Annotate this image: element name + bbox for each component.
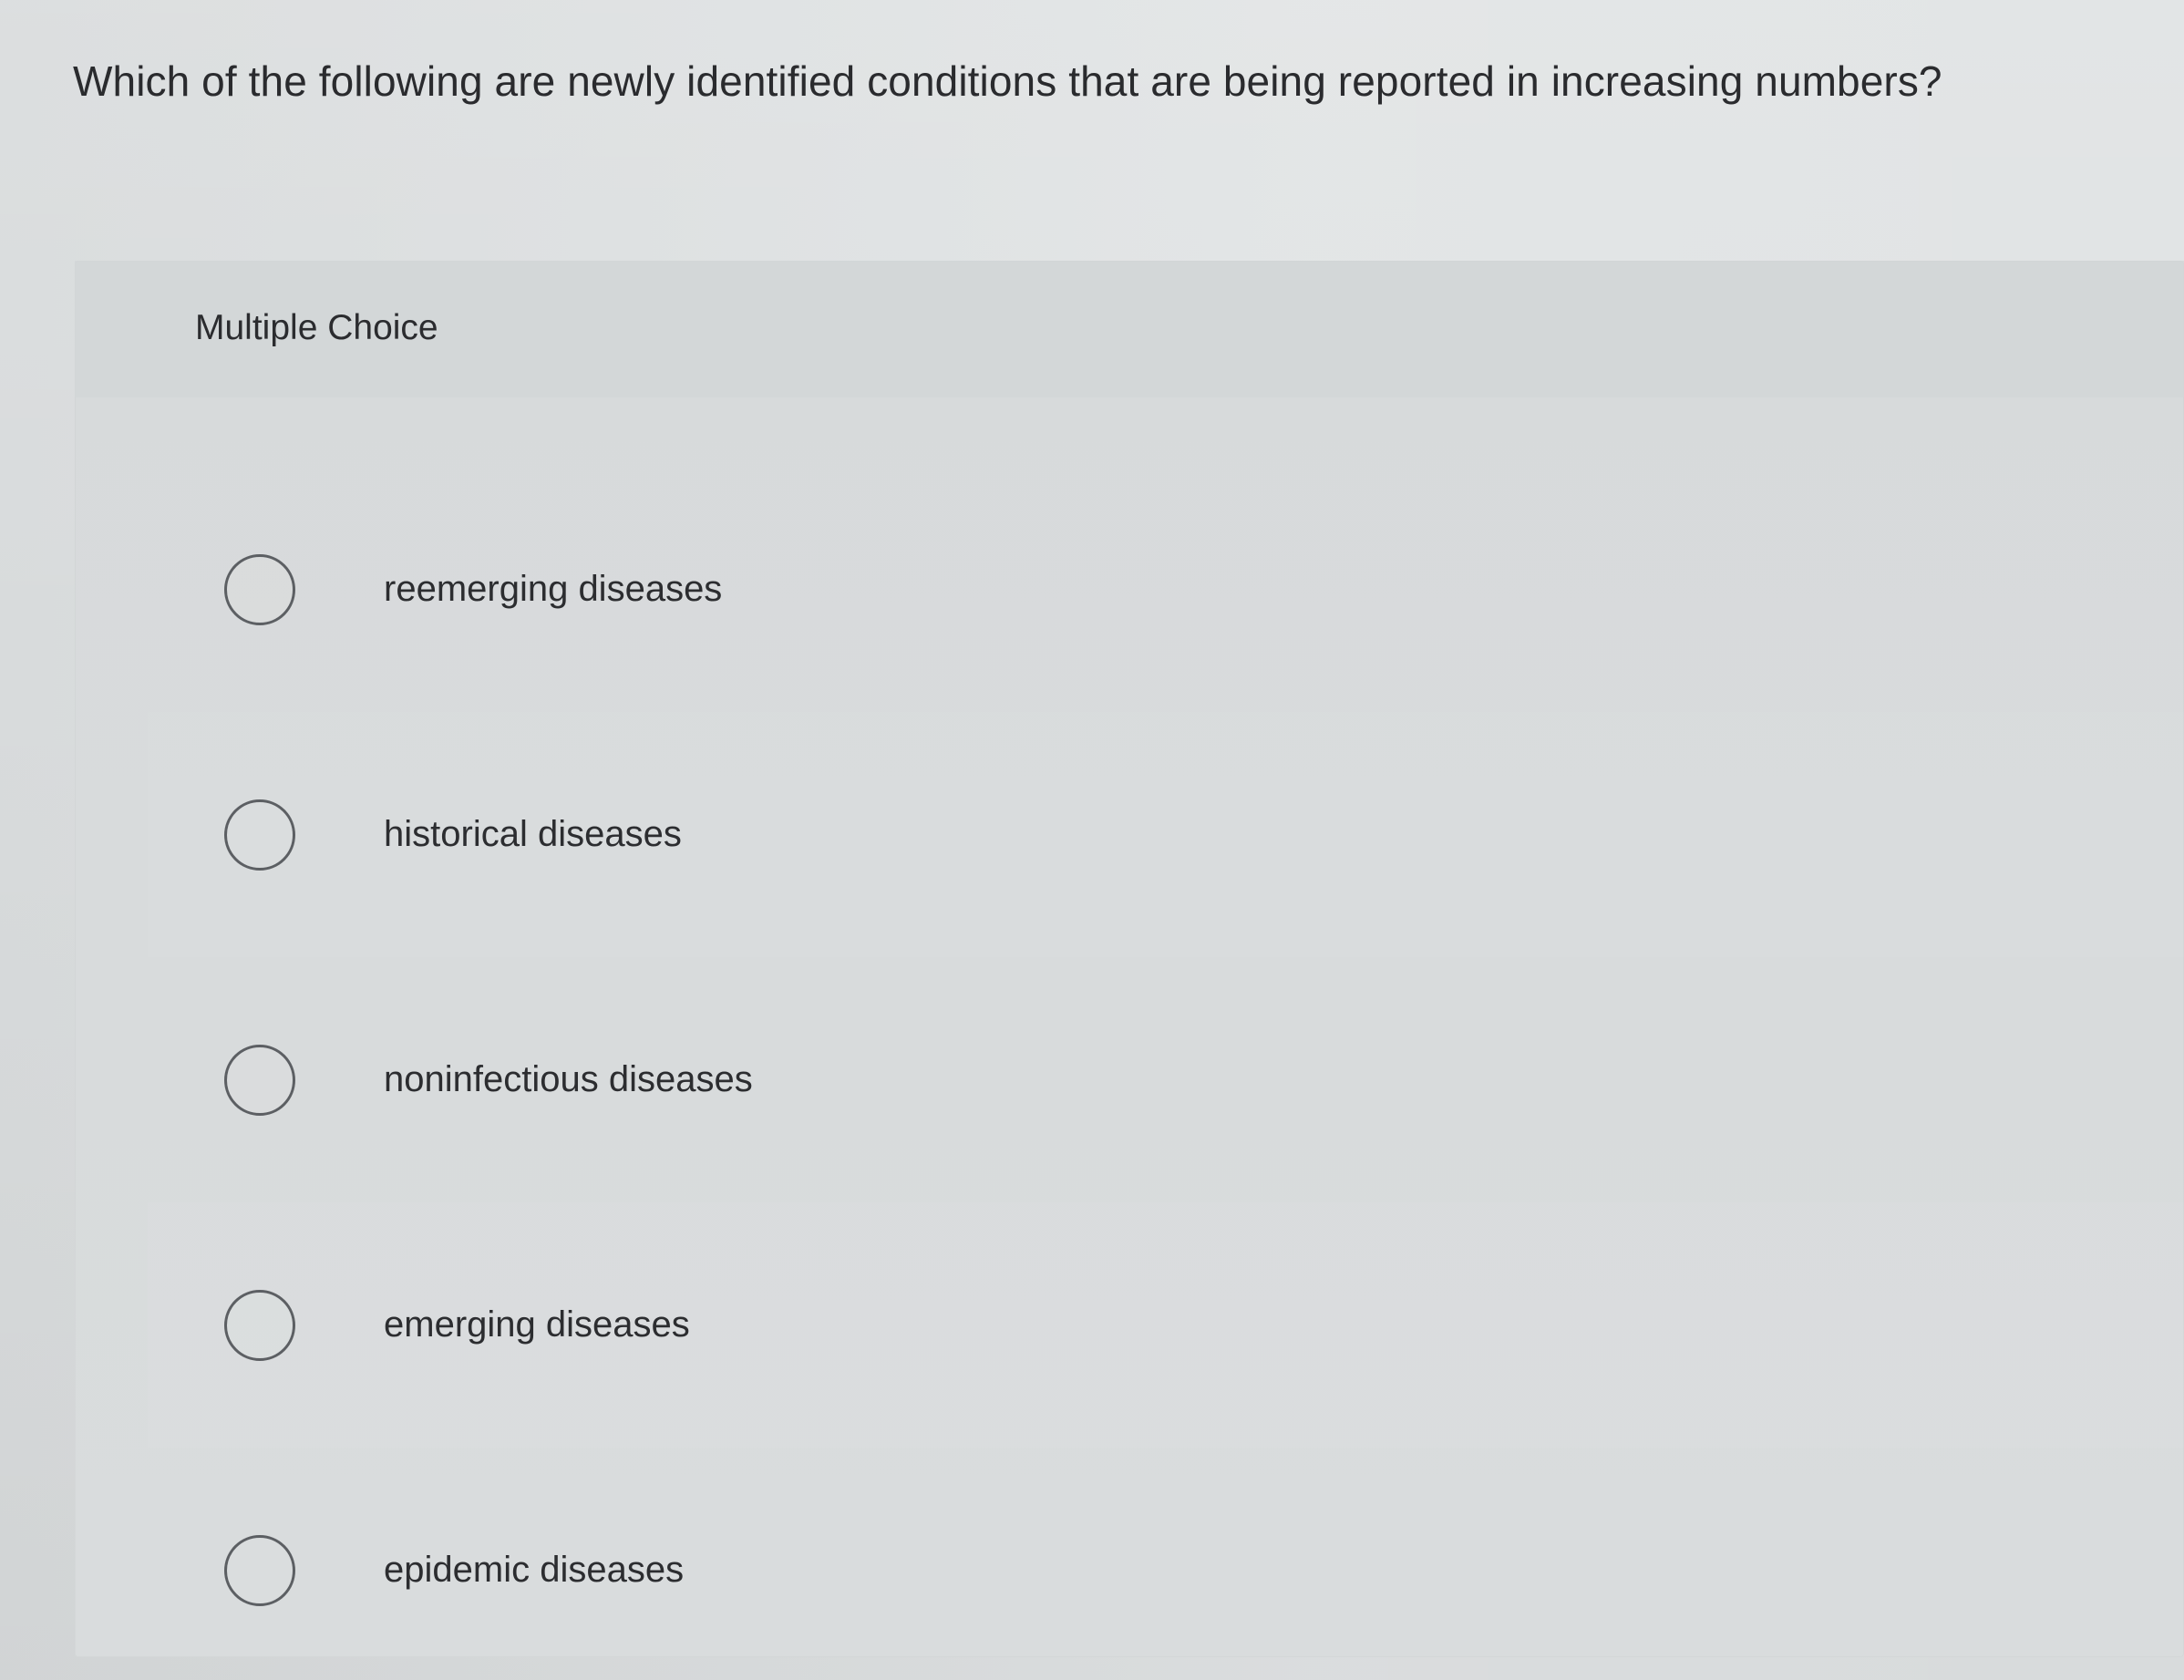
answer-option-label: epidemic diseases bbox=[384, 1550, 685, 1590]
question-text: Which of the following are newly identif… bbox=[73, 57, 1942, 105]
radio-button-icon[interactable] bbox=[224, 1044, 295, 1116]
radio-button-icon[interactable] bbox=[224, 799, 295, 871]
answer-option-label: emerging diseases bbox=[384, 1304, 690, 1345]
panel-header: Multiple Choice bbox=[75, 261, 2184, 397]
answer-option-label: historical diseases bbox=[384, 814, 682, 854]
multiple-choice-panel: Multiple Choice reemerging diseases hist… bbox=[75, 261, 2184, 1657]
answer-options: reemerging diseases historical diseases … bbox=[148, 467, 2184, 1680]
answer-option-historical-diseases[interactable]: historical diseases bbox=[148, 712, 2184, 957]
radio-button-icon[interactable] bbox=[224, 1289, 295, 1361]
answer-option-epidemic-diseases[interactable]: epidemic diseases bbox=[148, 1448, 2184, 1680]
answer-option-reemerging-diseases[interactable]: reemerging diseases bbox=[148, 467, 2184, 712]
radio-button-icon[interactable] bbox=[224, 553, 295, 625]
answer-option-label: noninfectious diseases bbox=[384, 1059, 753, 1099]
quiz-page: Which of the following are newly identif… bbox=[0, 0, 2184, 1680]
panel-title: Multiple Choice bbox=[195, 308, 438, 347]
answer-option-emerging-diseases[interactable]: emerging diseases bbox=[148, 1202, 2184, 1448]
answer-option-label: reemerging diseases bbox=[384, 569, 723, 609]
answer-option-noninfectious-diseases[interactable]: noninfectious diseases bbox=[148, 957, 2184, 1202]
radio-button-icon[interactable] bbox=[224, 1534, 295, 1606]
